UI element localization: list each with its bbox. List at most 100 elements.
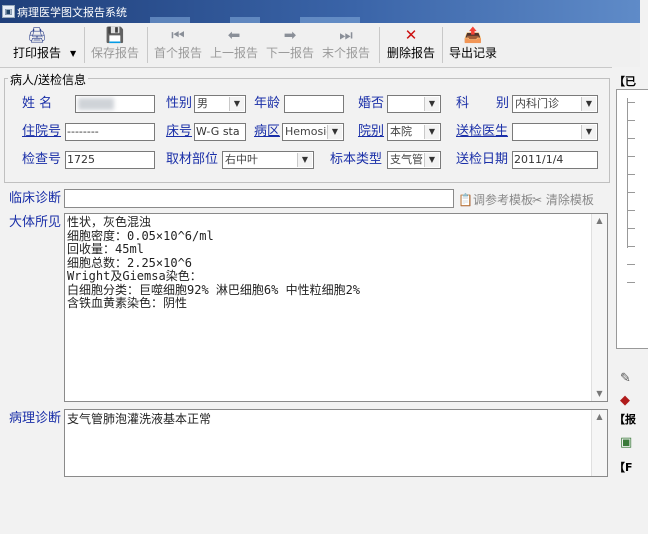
first-report-button[interactable]: ⏮ 首个报告 [151, 25, 205, 65]
toolbar-separator [442, 27, 443, 63]
toolbar: 🖨 打印报告 ▼ 💾 保存报告 ⏮ 首个报告 ⬅ 上一报告 ➡ 下一报告 ⏭ 末… [0, 23, 640, 68]
delete-report-button[interactable]: ✕ 删除报告 [383, 25, 439, 65]
sex-select[interactable]: 男 ▼ [194, 95, 246, 113]
right-panel-header: 【报 [614, 413, 636, 426]
married-label: 婚否 [358, 96, 385, 111]
date-label: 送检日期 [456, 152, 509, 167]
app-icon: ▣ [2, 5, 15, 18]
bed-field[interactable]: W-G sta [194, 123, 246, 141]
title-bar: ▣ 病理医学图文报告系统 [0, 0, 640, 23]
tree-node[interactable] [627, 192, 635, 193]
export-records-button[interactable]: 📤 导出记录 [445, 25, 501, 65]
clear-icon: ✂ [532, 193, 543, 207]
inpatient-label[interactable]: 住院号 [22, 124, 61, 140]
chevron-down-icon[interactable]: ▼ [581, 97, 596, 111]
last-report-button[interactable]: ⏭ 末个报告 [319, 25, 373, 65]
toolbar-separator [147, 27, 148, 63]
married-select[interactable]: ▼ [387, 95, 441, 113]
exam-field[interactable]: 1725 [65, 151, 155, 169]
gross-findings-line: 白细胞分类：巨噬细胞92% 淋巴细胞6% 中性粒细胞2% [67, 282, 361, 297]
hospital-select[interactable]: 本院 ▼ [387, 123, 441, 141]
first-icon: ⏮ [171, 26, 185, 44]
report-tree[interactable] [616, 89, 648, 349]
scroll-up-icon[interactable]: ▲ [592, 410, 607, 424]
chevron-down-icon[interactable]: ▼ [424, 153, 439, 167]
pathology-diagnosis-textarea[interactable]: 支气管肺泡灌洗液基本正常 ▲ [64, 409, 608, 477]
chevron-down-icon[interactable]: ▼ [424, 97, 439, 111]
arrow-right-icon: ➡ [283, 26, 297, 44]
tree-node[interactable] [627, 210, 635, 211]
site-select[interactable]: 右中叶 ▼ [222, 151, 314, 169]
pathology-diagnosis-label: 病理诊断 [9, 411, 62, 426]
pathology-scrollbar[interactable]: ▲ [591, 410, 607, 476]
gross-scrollbar[interactable]: ▲ ▼ [591, 214, 607, 401]
tree-node[interactable] [627, 138, 635, 139]
inpatient-field[interactable]: -------- [65, 123, 155, 141]
age-field[interactable] [284, 95, 344, 113]
chevron-down-icon[interactable]: ▼ [424, 125, 439, 139]
prev-report-button[interactable]: ⬅ 上一报告 [207, 25, 261, 65]
image-icon[interactable]: ▣ [620, 435, 632, 450]
tree-node[interactable] [627, 282, 635, 283]
gross-findings-line: 性状，灰色混浊 [67, 215, 152, 229]
load-template-button[interactable]: 📋调参考模板 [458, 191, 533, 208]
gross-findings-textarea[interactable]: 性状，灰色混浊 细胞密度：0.05×10^6/ml 回收量：45ml 细胞总数：2.2… [64, 213, 608, 402]
chevron-down-icon[interactable]: ▼ [327, 125, 342, 139]
gross-findings-text: 性状，灰色混浊 细胞密度：0.05×10^6/ml 回收量：45ml 细胞总数：2.2… [67, 215, 361, 311]
pen-icon[interactable]: ✎ [620, 371, 631, 386]
tree-node[interactable] [627, 102, 635, 103]
save-icon: 💾 [105, 26, 125, 44]
scroll-up-icon[interactable]: ▲ [592, 214, 607, 228]
chevron-down-icon[interactable]: ▼ [229, 97, 244, 111]
clinical-diagnosis-field[interactable] [64, 189, 454, 208]
dept-select[interactable]: 内科门诊 ▼ [512, 95, 598, 113]
print-report-button[interactable]: 🖨 打印报告 [6, 25, 68, 65]
dept-label-2: 别 [496, 96, 510, 111]
book-icon[interactable]: ◆ [620, 393, 630, 408]
gross-findings-line: 细胞总数：2.25×10^6 [67, 255, 193, 270]
pathology-diagnosis-text: 支气管肺泡灌洗液基本正常 [67, 412, 212, 426]
site-label: 取材部位 [166, 152, 219, 167]
name-field[interactable] [75, 95, 155, 113]
tree-node[interactable] [627, 174, 635, 175]
specimen-label: 标本类型 [330, 152, 383, 167]
scroll-down-icon[interactable]: ▼ [592, 387, 607, 401]
tree-node[interactable] [627, 120, 635, 121]
redacted-name [78, 98, 114, 110]
status-area [0, 477, 648, 534]
toolbar-separator [379, 27, 380, 63]
hospital-label[interactable]: 院别 [358, 124, 384, 140]
template-icon: 📋 [458, 193, 473, 207]
next-report-button[interactable]: ➡ 下一报告 [263, 25, 317, 65]
right-panel-header: 【F [614, 461, 633, 474]
date-field[interactable]: 2011/1/4 [512, 151, 598, 169]
tree-node[interactable] [627, 264, 635, 265]
tree-node[interactable] [627, 246, 635, 247]
clear-template-button[interactable]: ✂ 清除模板 [532, 191, 594, 208]
gross-findings-line: 回收量：45ml [67, 242, 144, 256]
clinical-diagnosis-label: 临床诊断 [9, 191, 62, 206]
tree-node[interactable] [627, 228, 635, 229]
chevron-down-icon[interactable]: ▼ [581, 125, 596, 139]
chevron-down-icon[interactable]: ▼ [297, 153, 312, 167]
save-report-button[interactable]: 💾 保存报告 [88, 25, 142, 65]
gross-findings-line: Wright及Giemsa染色： [67, 269, 202, 283]
print-dropdown-arrow[interactable]: ▼ [70, 49, 76, 58]
last-icon: ⏭ [339, 26, 353, 44]
doctor-label[interactable]: 送检医生 [456, 124, 508, 140]
bed-label[interactable]: 床号 [166, 124, 192, 140]
tree-node[interactable] [627, 156, 635, 157]
patient-info-title: 病人/送检信息 [8, 71, 89, 88]
window-title: 病理医学图文报告系统 [17, 6, 127, 19]
right-panel: 【已 ✎ ◆ 【报 ▣ 【F [612, 67, 648, 477]
ward-select[interactable]: Hemosic ▼ [282, 123, 344, 141]
doctor-select[interactable]: ▼ [512, 123, 598, 141]
export-icon: 📤 [463, 26, 483, 44]
gross-findings-line: 细胞密度：0.05×10^6/ml [67, 228, 214, 243]
specimen-select[interactable]: 支气管 ▼ [387, 151, 441, 169]
sex-label: 性别 [166, 96, 193, 111]
ward-label[interactable]: 病区 [254, 124, 280, 140]
toolbar-separator [84, 27, 85, 63]
delete-x-icon: ✕ [404, 26, 418, 44]
exam-label: 检查号 [22, 152, 62, 167]
